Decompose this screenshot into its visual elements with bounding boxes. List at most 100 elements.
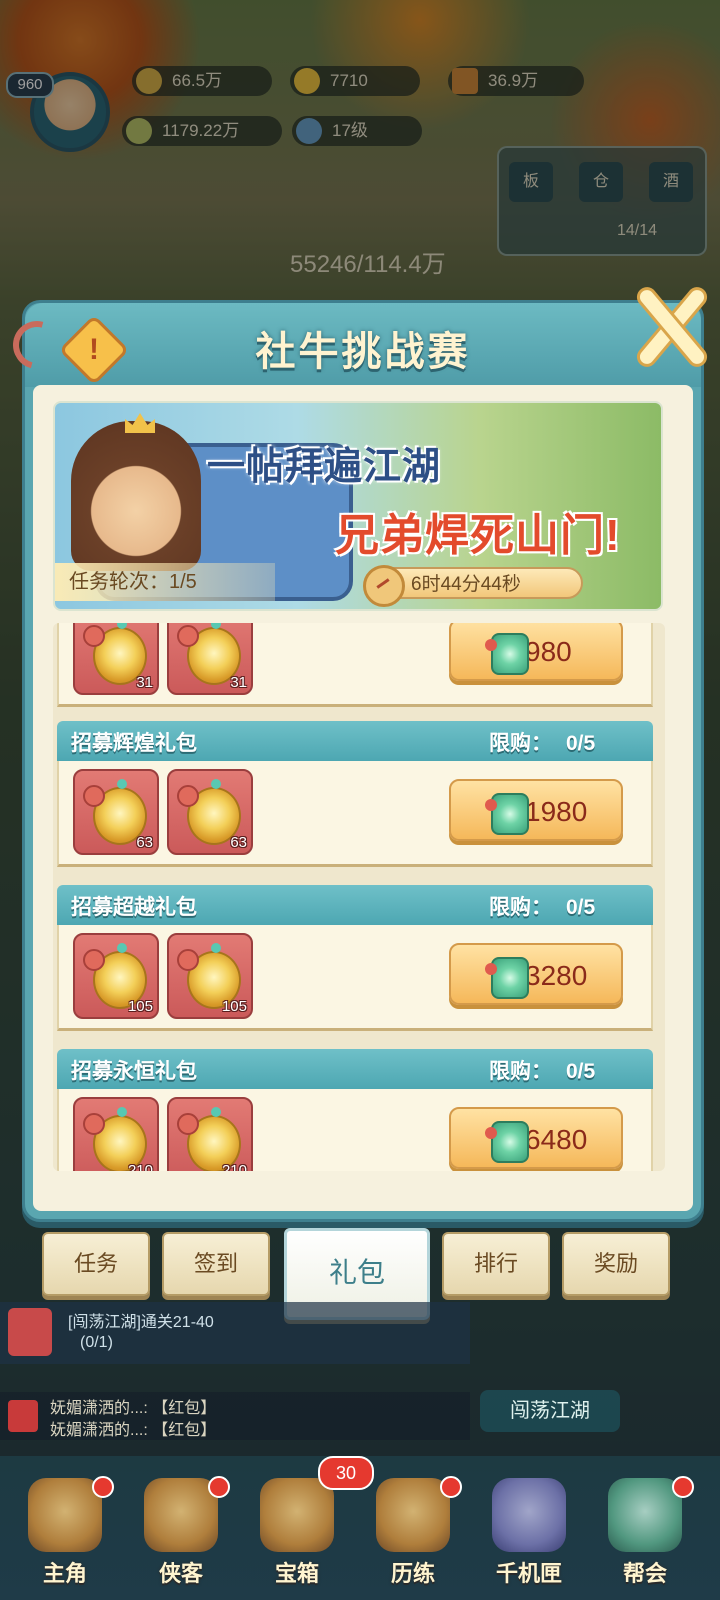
clock-icon xyxy=(363,565,405,607)
notification-dot xyxy=(208,1476,230,1498)
price-value: 980 xyxy=(525,636,572,667)
jade-currency-icon xyxy=(485,793,529,835)
quest-tracker[interactable]: [闯荡江湖]通关21-40 (0/1) xyxy=(0,1302,470,1364)
nav-guild[interactable]: 帮会 xyxy=(590,1476,700,1600)
reward-count: 63 xyxy=(230,834,247,851)
training-fan-icon xyxy=(376,1478,450,1552)
gift-pack-item: 招募超越礼包 限购： 0/5 105 105 3280 xyxy=(57,885,653,1033)
reward-count: 31 xyxy=(230,674,247,691)
tab-rewards[interactable]: 奖励 xyxy=(562,1232,670,1296)
reward-count: 105 xyxy=(221,998,247,1015)
notification-dot xyxy=(92,1476,114,1498)
nav-chest[interactable]: 宝箱 xyxy=(242,1476,352,1600)
pack-header: 招募永恒礼包 限购： 0/5 xyxy=(57,1049,653,1089)
chat-message: 【红包】 xyxy=(152,1422,217,1439)
tab-ranking[interactable]: 排行 xyxy=(442,1232,550,1296)
reward-item[interactable]: 105 xyxy=(73,933,159,1019)
price-value: 1980 xyxy=(525,796,588,827)
purchase-limit: 限购： 0/5 xyxy=(489,891,595,921)
nav-label: 侠客 xyxy=(158,1561,203,1586)
reward-count: 210 xyxy=(221,1162,247,1171)
gift-pack-item: 招募永恒礼包 限购： 0/5 210 210 6480 xyxy=(57,1049,653,1171)
banner-slogan-2: 兄弟焊死山门! xyxy=(335,511,621,560)
nav-label: 宝箱 xyxy=(274,1561,319,1586)
tab-checkin[interactable]: 签到 xyxy=(162,1232,270,1296)
reward-item[interactable]: 210 xyxy=(73,1097,159,1171)
nav-training[interactable]: 历练 xyxy=(358,1476,468,1600)
nav-label: 历练 xyxy=(390,1561,435,1586)
hero-icon xyxy=(28,1478,102,1552)
nav-label: 帮会 xyxy=(622,1561,667,1586)
jade-currency-icon xyxy=(485,957,529,999)
jade-currency-icon xyxy=(485,633,529,675)
reward-item[interactable]: 31 xyxy=(73,623,159,695)
pack-body: 210 210 6480 xyxy=(57,1089,653,1171)
buy-button[interactable]: 1980 xyxy=(449,779,623,841)
nav-label: 主角 xyxy=(42,1561,87,1586)
reward-item[interactable]: 63 xyxy=(167,769,253,855)
reward-count: 31 xyxy=(136,674,153,691)
reward-count: 105 xyxy=(127,998,153,1015)
nav-hero[interactable]: 主角 xyxy=(10,1476,120,1600)
quest-text: [闯荡江湖]通关21-40 xyxy=(68,1314,214,1331)
event-banner: 一帖拜遍江湖 兄弟焊死山门! 任务轮次：1/5 6时44分44秒 xyxy=(53,401,663,611)
notification-dot xyxy=(440,1476,462,1498)
close-button[interactable] xyxy=(625,281,717,373)
chat-message: 【红包】 xyxy=(152,1400,217,1417)
reward-count: 63 xyxy=(136,834,153,851)
nav-label: 千机匣 xyxy=(495,1561,562,1586)
pack-name: 招募超越礼包 xyxy=(71,896,197,919)
modal-title: 社牛挑战赛 xyxy=(255,330,471,374)
chest-count-badge: 30 xyxy=(318,1456,374,1490)
pack-header: 招募超越礼包 限购： 0/5 xyxy=(57,885,653,925)
reward-item[interactable]: 210 xyxy=(167,1097,253,1171)
gift-pack-list[interactable]: 31 31 980 招募辉煌礼包 限购： 0/5 63 63 1980 招募超越… xyxy=(53,623,665,1171)
quest-scroll-icon xyxy=(8,1308,52,1356)
crown-icon xyxy=(125,413,155,433)
buy-button[interactable]: 6480 xyxy=(449,1107,623,1169)
purchase-limit: 限购： 0/5 xyxy=(489,1055,595,1085)
nav-companions[interactable]: 侠客 xyxy=(126,1476,236,1600)
price-value: 6480 xyxy=(525,1124,588,1155)
mechanism-box-icon xyxy=(492,1478,566,1552)
banner-slogan-1: 一帖拜遍江湖 xyxy=(207,446,442,488)
purchase-limit-value: 0/5 xyxy=(566,896,596,919)
task-round-label: 任务轮次：1/5 xyxy=(55,563,275,601)
gift-pack-item: 31 31 980 xyxy=(57,623,653,709)
pack-header: 招募辉煌礼包 限购： 0/5 xyxy=(57,721,653,761)
pack-body: 63 63 1980 xyxy=(57,761,653,867)
challenge-modal: ! 社牛挑战赛 一帖拜遍江湖 兄弟焊死山门! 任务轮次：1/5 6时44分44秒 xyxy=(4,287,707,1222)
reward-item[interactable]: 31 xyxy=(167,623,253,695)
gift-pack-item: 招募辉煌礼包 限购： 0/5 63 63 1980 xyxy=(57,721,653,869)
reward-item[interactable]: 105 xyxy=(167,933,253,1019)
buy-button[interactable]: 980 xyxy=(449,623,623,681)
modal-body: 一帖拜遍江湖 兄弟焊死山门! 任务轮次：1/5 6时44分44秒 31 31 9… xyxy=(33,385,693,1211)
purchase-limit-value: 0/5 xyxy=(566,1060,596,1083)
reward-item[interactable]: 63 xyxy=(73,769,159,855)
chat-line: 妩媚潇洒的...: 【红包】 xyxy=(50,1416,216,1440)
purchase-limit-label: 限购： xyxy=(489,896,552,919)
hero-illustration xyxy=(71,421,201,571)
chat-sender: 妩媚潇洒的...: xyxy=(50,1422,148,1439)
quest-progress: (0/1) xyxy=(80,1334,113,1351)
red-envelope-icon xyxy=(8,1400,38,1432)
chest-icon xyxy=(260,1478,334,1552)
chat-box[interactable]: 妩媚潇洒的...: 【红包】 妩媚潇洒的...: 【红包】 xyxy=(0,1392,470,1440)
purchase-limit-value: 0/5 xyxy=(566,732,596,755)
pack-body: 105 105 3280 xyxy=(57,925,653,1031)
price-value: 3280 xyxy=(525,960,588,991)
tab-tasks[interactable]: 任务 xyxy=(42,1232,150,1296)
pack-body: 31 31 980 xyxy=(57,623,653,707)
region-button[interactable]: 闯荡江湖 xyxy=(480,1390,620,1432)
modal-header: ! 社牛挑战赛 xyxy=(4,303,701,387)
companion-hat-icon xyxy=(144,1478,218,1552)
chat-sender: 妩媚潇洒的...: xyxy=(50,1400,148,1417)
countdown-timer: 6时44分44秒 xyxy=(363,565,583,607)
guild-icon xyxy=(608,1478,682,1552)
buy-button[interactable]: 3280 xyxy=(449,943,623,1005)
nav-mechanism-box[interactable]: 千机匣 xyxy=(474,1476,584,1600)
countdown-value: 6时44分44秒 xyxy=(411,574,521,595)
purchase-limit: 限购： 0/5 xyxy=(489,727,595,757)
chat-line: 妩媚潇洒的...: 【红包】 xyxy=(50,1394,216,1418)
jade-currency-icon xyxy=(485,1121,529,1163)
